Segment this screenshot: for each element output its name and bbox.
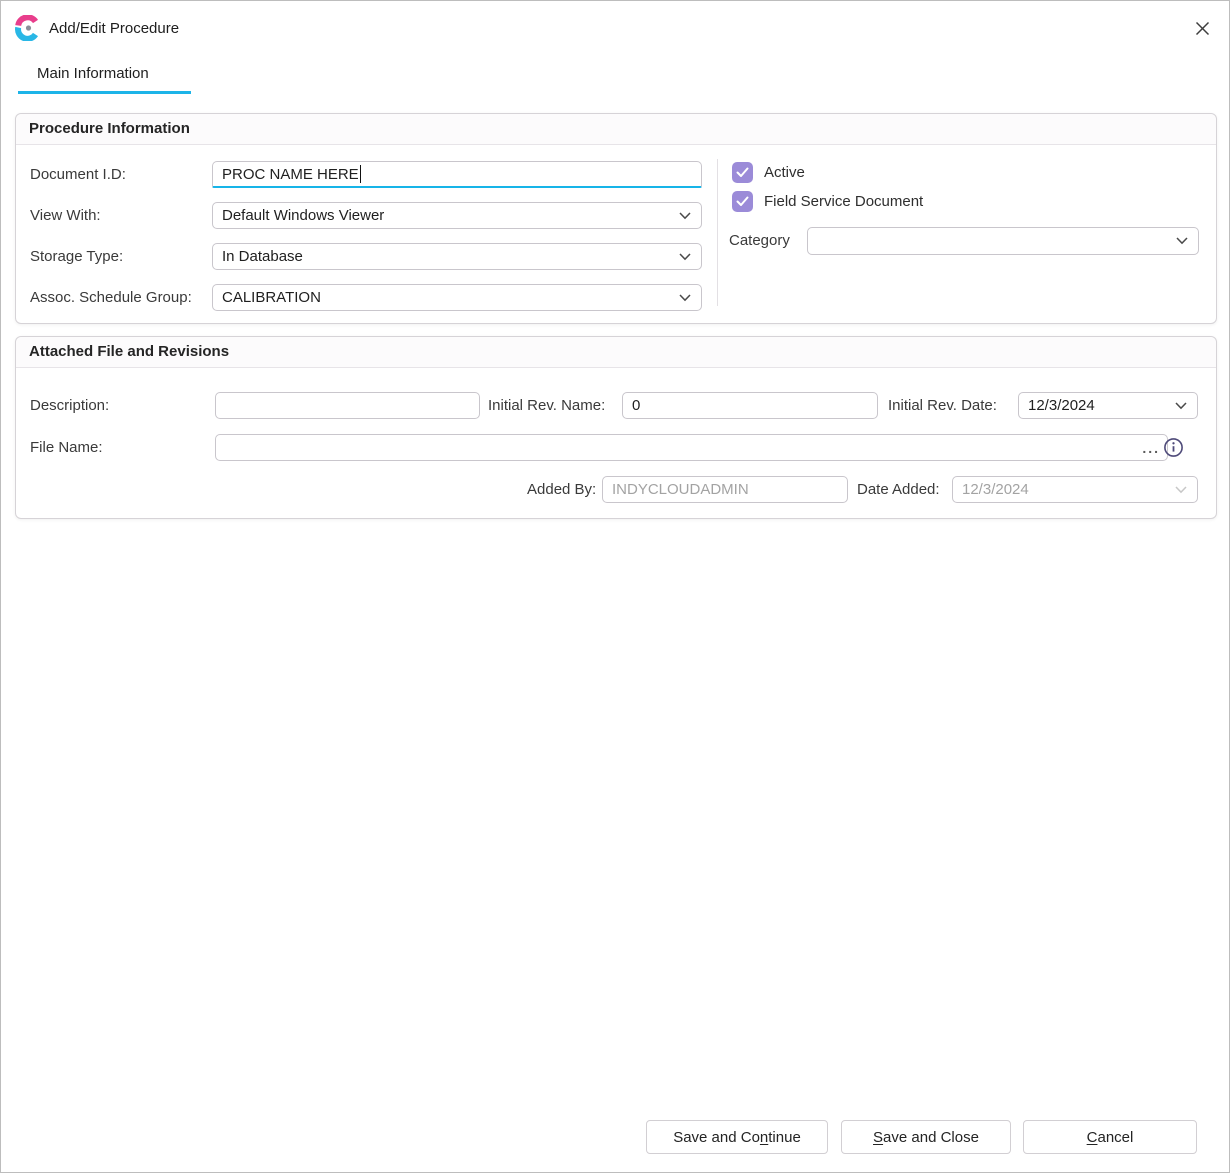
description-input[interactable]: [215, 392, 480, 419]
save-and-close-button[interactable]: Save and Close: [841, 1120, 1011, 1154]
initial-rev-name-label: Initial Rev. Name:: [488, 392, 605, 419]
cancel-button[interactable]: Cancel: [1023, 1120, 1197, 1154]
procedure-information-section: Procedure Information Document I.D: PROC…: [15, 113, 1217, 324]
column-divider: [717, 159, 718, 306]
chevron-down-icon: [1175, 402, 1187, 410]
initial-rev-date-label: Initial Rev. Date:: [888, 392, 997, 419]
document-id-value: PROC NAME HERE: [222, 166, 359, 183]
close-icon: [1195, 21, 1210, 36]
add-edit-procedure-dialog: Add/Edit Procedure Main Information Proc…: [0, 0, 1230, 1173]
dialog-title: Add/Edit Procedure: [49, 20, 179, 37]
section-title: Attached File and Revisions: [16, 337, 1216, 368]
chevron-down-icon: [1175, 486, 1187, 494]
active-checkbox-label: Active: [764, 164, 805, 181]
initial-rev-name-input[interactable]: 0: [622, 392, 878, 419]
added-by-input: INDYCLOUDADMIN: [602, 476, 848, 503]
attached-file-revisions-section: Attached File and Revisions Description:…: [15, 336, 1217, 519]
document-id-label: Document I.D:: [30, 161, 126, 188]
app-logo-icon: [14, 15, 40, 41]
storage-type-dropdown[interactable]: In Database: [212, 243, 702, 270]
ellipsis-icon: ...: [1142, 440, 1160, 456]
category-label: Category: [729, 227, 790, 255]
added-by-label: Added By:: [527, 476, 596, 503]
browse-file-button[interactable]: ...: [1142, 435, 1160, 460]
assoc-schedule-group-label: Assoc. Schedule Group:: [30, 284, 192, 311]
category-dropdown[interactable]: [807, 227, 1199, 255]
tab-active-indicator: [18, 91, 191, 94]
checkbox-checked-icon: [732, 191, 753, 212]
text-caret: [360, 165, 361, 183]
field-service-document-checkbox-label: Field Service Document: [764, 193, 923, 210]
view-with-dropdown[interactable]: Default Windows Viewer: [212, 202, 702, 229]
initial-rev-date-dropdown[interactable]: 12/3/2024: [1018, 392, 1198, 419]
title-bar: Add/Edit Procedure: [1, 1, 1229, 57]
file-name-input[interactable]: ...: [215, 434, 1168, 461]
field-service-document-checkbox[interactable]: Field Service Document: [732, 191, 923, 212]
chevron-down-icon: [679, 212, 691, 220]
date-added-label: Date Added:: [857, 476, 940, 503]
view-with-label: View With:: [30, 202, 101, 229]
chevron-down-icon: [679, 294, 691, 302]
date-added-dropdown: 12/3/2024: [952, 476, 1198, 503]
chevron-down-icon: [679, 253, 691, 261]
file-name-label: File Name:: [30, 434, 103, 461]
checkbox-checked-icon: [732, 162, 753, 183]
info-icon[interactable]: [1163, 437, 1184, 458]
tab-main-information[interactable]: Main Information: [37, 65, 149, 82]
save-and-continue-button[interactable]: Save and Continue: [646, 1120, 828, 1154]
active-checkbox[interactable]: Active: [732, 162, 805, 183]
close-button[interactable]: [1185, 11, 1219, 45]
storage-type-label: Storage Type:: [30, 243, 123, 270]
document-id-input[interactable]: PROC NAME HERE: [212, 161, 702, 188]
section-title: Procedure Information: [16, 114, 1216, 145]
chevron-down-icon: [1176, 237, 1188, 245]
assoc-schedule-group-dropdown[interactable]: CALIBRATION: [212, 284, 702, 311]
description-label: Description:: [30, 392, 109, 419]
